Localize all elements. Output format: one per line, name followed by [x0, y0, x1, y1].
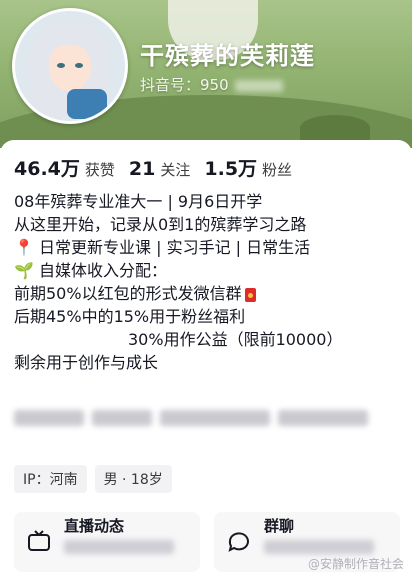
avatar[interactable] [12, 8, 128, 124]
pin-icon: 📍 [14, 238, 34, 257]
stat-likes-label: 获赞 [84, 161, 115, 179]
bio-line-3: 📍 日常更新专业课 | 实习手记 | 日常生活 [14, 238, 311, 257]
red-packet-icon [244, 287, 256, 302]
profile-name: 干殡葬的芙莉莲 [140, 42, 315, 70]
stat-following-value: 21 [128, 158, 156, 180]
profile-tags: IP：河南 男 · 18岁 [14, 465, 172, 493]
live-updates-subtitle-blurred [64, 540, 174, 554]
stat-following-label: 关注 [160, 161, 191, 179]
banner-mound [300, 115, 370, 141]
blurred-info-row [14, 406, 394, 430]
sprout-icon: 🌱 [14, 261, 34, 280]
group-chat-subtitle-blurred [264, 540, 374, 554]
stat-likes[interactable]: 46.4万 获赞 [14, 154, 115, 181]
douyin-id[interactable]: 抖音号：950 [140, 74, 283, 95]
ip-location-tag: IP：河南 [14, 465, 87, 493]
douyin-id-blurred [234, 79, 283, 92]
bio-line-2: 从这里开始，记录从0到1的殡葬学习之路 [14, 215, 307, 234]
group-chat-title: 群聊 [264, 517, 295, 535]
stat-followers[interactable]: 1.5万 粉丝 [204, 154, 292, 181]
chat-icon [228, 532, 249, 552]
bio-line-5: 前期50%以红包的形式发微信群 [14, 282, 404, 305]
gender-age-tag: 男 · 18岁 [94, 465, 172, 493]
profile-bio: 08年殡葬专业准大一 | 9月6日开学 从这里开始，记录从0到1的殡葬学习之路 … [14, 190, 404, 374]
stat-followers-value: 1.5万 [204, 158, 258, 180]
stats-row: 46.4万 获赞 21 关注 1.5万 粉丝 [14, 154, 306, 181]
stat-followers-label: 粉丝 [262, 161, 293, 179]
live-updates-title: 直播动态 [64, 517, 125, 535]
profile-card: 46.4万 获赞 21 关注 1.5万 粉丝 08年殡葬专业准大一 | 9月6日… [0, 140, 412, 578]
avatar-face [49, 45, 91, 91]
live-icon [28, 530, 50, 551]
bio-line-4: 🌱 自媒体收入分配： [14, 261, 168, 280]
profile-banner: 干殡葬的芙莉莲 抖音号：950 [0, 0, 412, 148]
stat-following[interactable]: 21 关注 [129, 158, 190, 180]
bio-line-6: 后期45%中的15%用于粉丝福利 [14, 307, 246, 326]
stat-likes-value: 46.4万 [14, 158, 80, 180]
live-updates-entry[interactable]: 直播动态 [14, 512, 200, 572]
watermark: @安静制作音社会 [307, 557, 404, 571]
bio-line-8: 剩余用于创作与成长 [14, 353, 159, 372]
bio-line-7: 30%用作公益（限前10000） [128, 330, 343, 349]
avatar-scarf [67, 89, 107, 119]
bio-line-1: 08年殡葬专业准大一 | 9月6日开学 [14, 192, 263, 211]
